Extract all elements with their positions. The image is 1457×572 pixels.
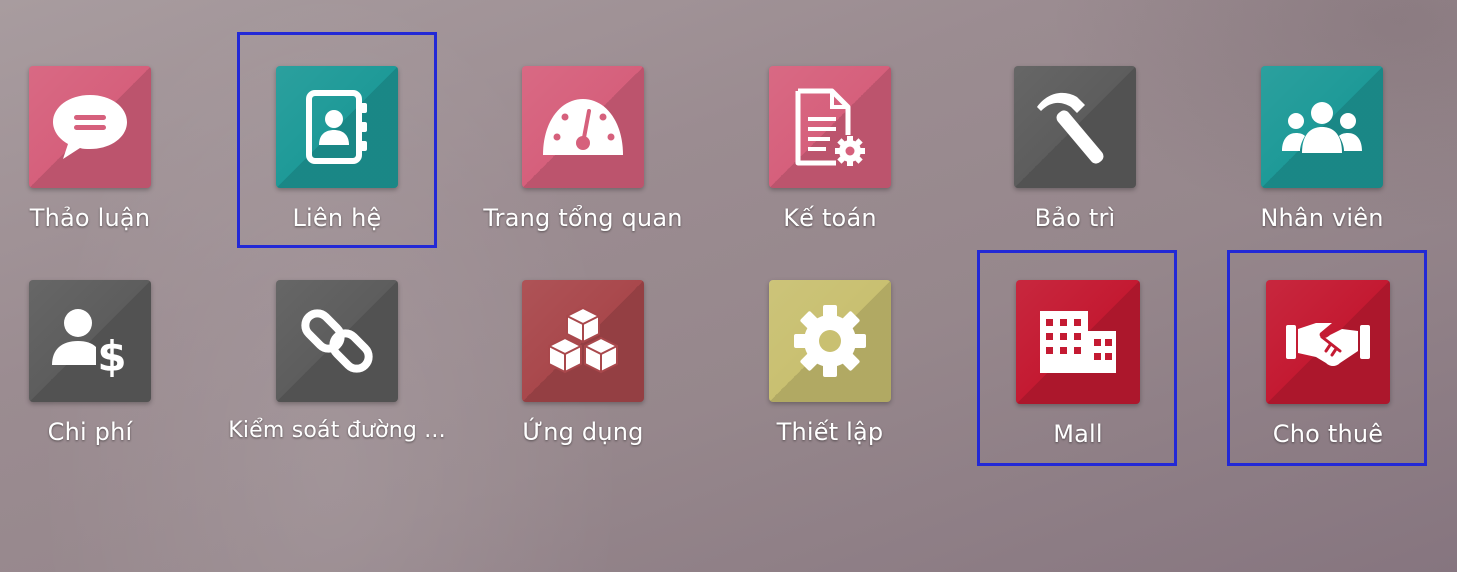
- building-icon: [1040, 311, 1116, 373]
- chat-bubble-icon: [53, 95, 127, 159]
- app-chi-phi[interactable]: $ Chi phí: [0, 280, 213, 480]
- app-label: Ứng dụng: [522, 418, 644, 446]
- app-label: Kiểm soát đường ...: [228, 418, 446, 443]
- user-dollar-icon: $: [52, 309, 127, 377]
- app-tile: [1014, 66, 1136, 188]
- cubes-icon: [548, 306, 618, 374]
- app-bao-tri[interactable]: Bảo trì: [952, 66, 1198, 266]
- app-label: Chi phí: [47, 418, 133, 446]
- app-label: Liên hệ: [292, 204, 382, 232]
- app-tile: [522, 66, 644, 188]
- app-tile: [276, 66, 398, 188]
- app-thiet-lap[interactable]: Thiết lập: [707, 280, 953, 480]
- app-mall[interactable]: Mall: [955, 280, 1201, 480]
- app-tile: [769, 280, 891, 402]
- svg-text:$: $: [97, 332, 126, 377]
- app-cho-thue[interactable]: Cho thuê: [1205, 280, 1451, 480]
- dashboard-gauge-icon: [543, 99, 623, 155]
- link-icon: [301, 309, 373, 373]
- app-label: Mall: [1053, 420, 1103, 448]
- app-label: Thiết lập: [776, 418, 884, 446]
- app-tile: $: [29, 280, 151, 402]
- app-tile: [522, 280, 644, 402]
- app-tile: [1266, 280, 1390, 404]
- app-thao-luan[interactable]: Thảo luận: [0, 66, 213, 266]
- app-label: Trang tổng quan: [483, 204, 683, 232]
- app-tile: [29, 66, 151, 188]
- address-book-icon: [306, 90, 367, 164]
- app-ke-toan[interactable]: Kế toán: [707, 66, 953, 266]
- gear-icon: [794, 305, 866, 377]
- app-tile: [276, 280, 398, 402]
- app-tile: [1261, 66, 1383, 188]
- app-label: Cho thuê: [1272, 420, 1384, 448]
- app-ung-dung[interactable]: Ứng dụng: [460, 280, 706, 480]
- app-kiem-soat-duong[interactable]: Kiểm soát đường ...: [214, 280, 460, 480]
- app-label: Kế toán: [783, 204, 877, 232]
- app-label: Bảo trì: [1034, 204, 1116, 232]
- app-trang-tong-quan[interactable]: Trang tổng quan: [460, 66, 706, 266]
- app-tile: [769, 66, 891, 188]
- users-group-icon: [1282, 102, 1362, 153]
- app-label: Thảo luận: [29, 204, 151, 232]
- app-nhan-vien[interactable]: Nhân viên: [1199, 66, 1445, 266]
- app-lien-he[interactable]: Liên hệ: [214, 66, 460, 266]
- hammer-icon: [1037, 92, 1104, 164]
- app-label: Nhân viên: [1260, 204, 1384, 232]
- handshake-icon: [1286, 323, 1370, 366]
- invoice-gear-icon: [795, 88, 865, 166]
- app-tile: [1016, 280, 1140, 404]
